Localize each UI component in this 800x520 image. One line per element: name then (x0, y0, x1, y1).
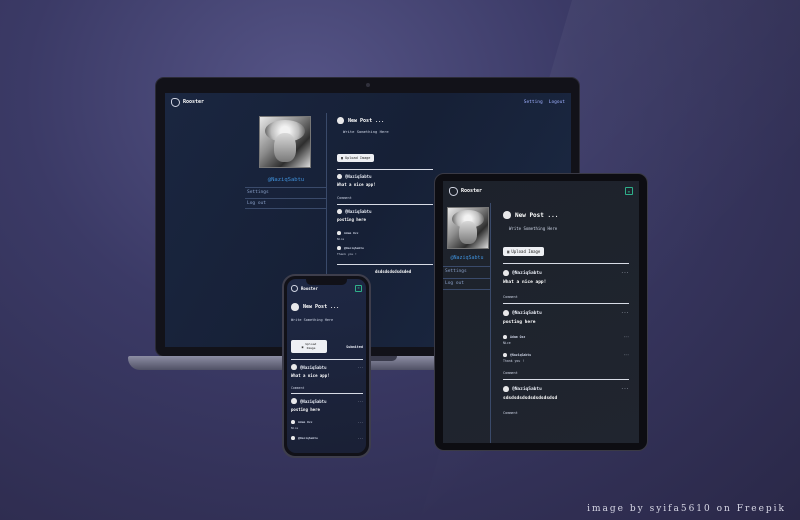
user-avatar-icon (291, 398, 297, 405)
submit-button[interactable]: Submited (346, 345, 363, 349)
more-dots-icon[interactable]: ··· (623, 353, 629, 357)
nav-setting-link[interactable]: Setting (524, 100, 543, 105)
brand[interactable]: Rooster (171, 97, 205, 107)
post-message: What a nice app! (291, 373, 330, 379)
comment-text: Nice (337, 237, 345, 241)
user-avatar-icon (503, 386, 509, 392)
post-card: @NaziqSabtu posting here Adam Ozz Nice @… (337, 204, 433, 256)
phone-feed: New Post ... Write Something Here ▣ Uplo… (291, 303, 363, 441)
sidebar-item-settings[interactable]: Settings (245, 187, 327, 198)
brand-name: Rooster (461, 188, 483, 194)
post-input[interactable]: Write Something Here (343, 129, 433, 134)
post-card: dsdsdsdsdsdsded (337, 264, 433, 274)
comment-button[interactable]: Comment (337, 196, 433, 200)
post-message: posting here (503, 320, 536, 325)
new-post-title: New Post ... (337, 117, 433, 124)
profile-username[interactable]: @NaziqSabtu (245, 177, 327, 183)
post-message: What a nice app! (337, 182, 376, 187)
comment-item: Adam Ozz (503, 335, 525, 339)
rooster-logo-icon (291, 284, 298, 292)
laptop-feed: New Post ... Write Something Here ▣ Uplo… (337, 117, 433, 274)
more-dots-icon[interactable]: ··· (621, 271, 629, 276)
post-input[interactable]: Write Something Here (291, 318, 363, 322)
rooster-logo-icon (449, 186, 458, 196)
post-message: posting here (337, 217, 366, 222)
comment-text: Nice (503, 341, 511, 345)
more-dots-icon[interactable]: ··· (358, 365, 363, 369)
menu-icon[interactable]: ≡ (625, 187, 633, 195)
post-card: @NaziqSabtu ··· What a nice app! Comment (503, 263, 629, 299)
comment-item: @NaziqSabtu (337, 246, 433, 250)
phone-screen: Rooster ≡ New Post ... Write Something H… (287, 279, 366, 453)
user-avatar-icon (503, 211, 511, 219)
new-post-title: New Post ... (291, 303, 363, 311)
comment-button[interactable]: Comment (503, 371, 629, 375)
post-card: @NaziqSabtu ··· posting here Adam Ozz ··… (503, 303, 629, 375)
post-card: @NaziqSabtu ··· sdsdsdsdsdsdsdsdsdsd Com… (503, 379, 629, 415)
rooster-logo-icon (171, 97, 180, 107)
profile-username[interactable]: @NaziqSabtu (443, 255, 491, 261)
comment-item: Adam Ozz (337, 231, 433, 235)
brand-name: Rooster (183, 99, 205, 105)
sidebar-item-logout[interactable]: Log out (443, 278, 491, 290)
more-dots-icon[interactable]: ··· (621, 387, 629, 392)
upload-image-button[interactable]: ▣ Upload Image (291, 340, 327, 354)
upload-image-button[interactable]: ▣ Upload Image (503, 247, 545, 256)
profile-avatar (259, 116, 311, 168)
brand[interactable]: Rooster (449, 186, 483, 196)
post-input[interactable]: Write Something Here (509, 226, 629, 231)
menu-icon[interactable]: ≡ (355, 284, 362, 292)
more-dots-icon[interactable]: ··· (623, 335, 629, 339)
more-dots-icon[interactable]: ··· (621, 311, 629, 316)
tablet-feed: New Post ... Write Something Here ▣ Uplo… (503, 211, 629, 415)
comment-text: Thank you ! (503, 359, 525, 363)
comment-text: Thank you ! (337, 252, 357, 256)
image-upload-icon: ▣ (507, 249, 510, 254)
upload-image-button[interactable]: ▣ Upload Image (337, 154, 375, 162)
comment-button[interactable]: Comment (503, 411, 629, 415)
comment-button[interactable]: Comment (291, 386, 363, 390)
post-card: @NaziqSabtu What a nice app! Comment (337, 169, 433, 200)
comment-text: Nice (291, 426, 299, 431)
user-avatar-icon (503, 270, 509, 276)
post-message: posting here (291, 407, 320, 413)
comment-button[interactable]: Comment (503, 295, 629, 299)
brand-name: Rooster (301, 285, 318, 291)
nav-logout-link[interactable]: Logout (549, 100, 565, 105)
user-avatar-icon (291, 364, 297, 371)
profile-avatar (447, 207, 489, 249)
user-avatar-icon (291, 303, 299, 311)
tablet-sidebar: @NaziqSabtu Settings Log out (443, 203, 491, 443)
sidebar-item-logout[interactable]: Log out (245, 198, 327, 209)
post-card: @NaziqSabtu ··· What a nice app! Comment (291, 359, 363, 390)
comment-item: @NaziqSabtu (503, 353, 531, 357)
laptop-topbar: Rooster Setting Logout (165, 93, 571, 111)
brand[interactable]: Rooster (291, 284, 318, 292)
top-nav: Setting Logout (524, 100, 565, 105)
post-message: sdsdsdsdsdsdsdsdsdsd (503, 396, 558, 401)
post-card: @NaziqSabtu ··· posting here Adam Ozz ··… (291, 393, 363, 441)
user-avatar-icon (503, 310, 509, 316)
phone-notch (306, 279, 347, 285)
new-post-title: New Post ... (503, 211, 629, 219)
user-avatar-icon (337, 117, 344, 124)
image-credit: image by syifa5610 on Freepik (587, 504, 786, 514)
sidebar-item-settings[interactable]: Settings (443, 266, 491, 278)
image-upload-icon: ▣ (341, 156, 344, 160)
tablet-screen: Rooster ≡ @NaziqSabtu Settings Log out N… (443, 181, 639, 443)
more-dots-icon[interactable]: ··· (358, 399, 363, 403)
comment-item: @NaziqSabtu (291, 436, 318, 441)
user-avatar-icon (337, 174, 342, 179)
user-avatar-icon (337, 209, 342, 214)
image-upload-icon: ▣ (301, 344, 304, 349)
more-dots-icon[interactable]: ··· (358, 420, 363, 424)
tablet-topbar: Rooster (443, 181, 639, 201)
comment-item: Adam Ozz (291, 420, 312, 425)
more-dots-icon[interactable]: ··· (358, 436, 363, 440)
laptop-camera (366, 83, 370, 87)
post-message: What a nice app! (503, 280, 547, 285)
post-message: dsdsdsdsdsdsded (375, 269, 412, 274)
